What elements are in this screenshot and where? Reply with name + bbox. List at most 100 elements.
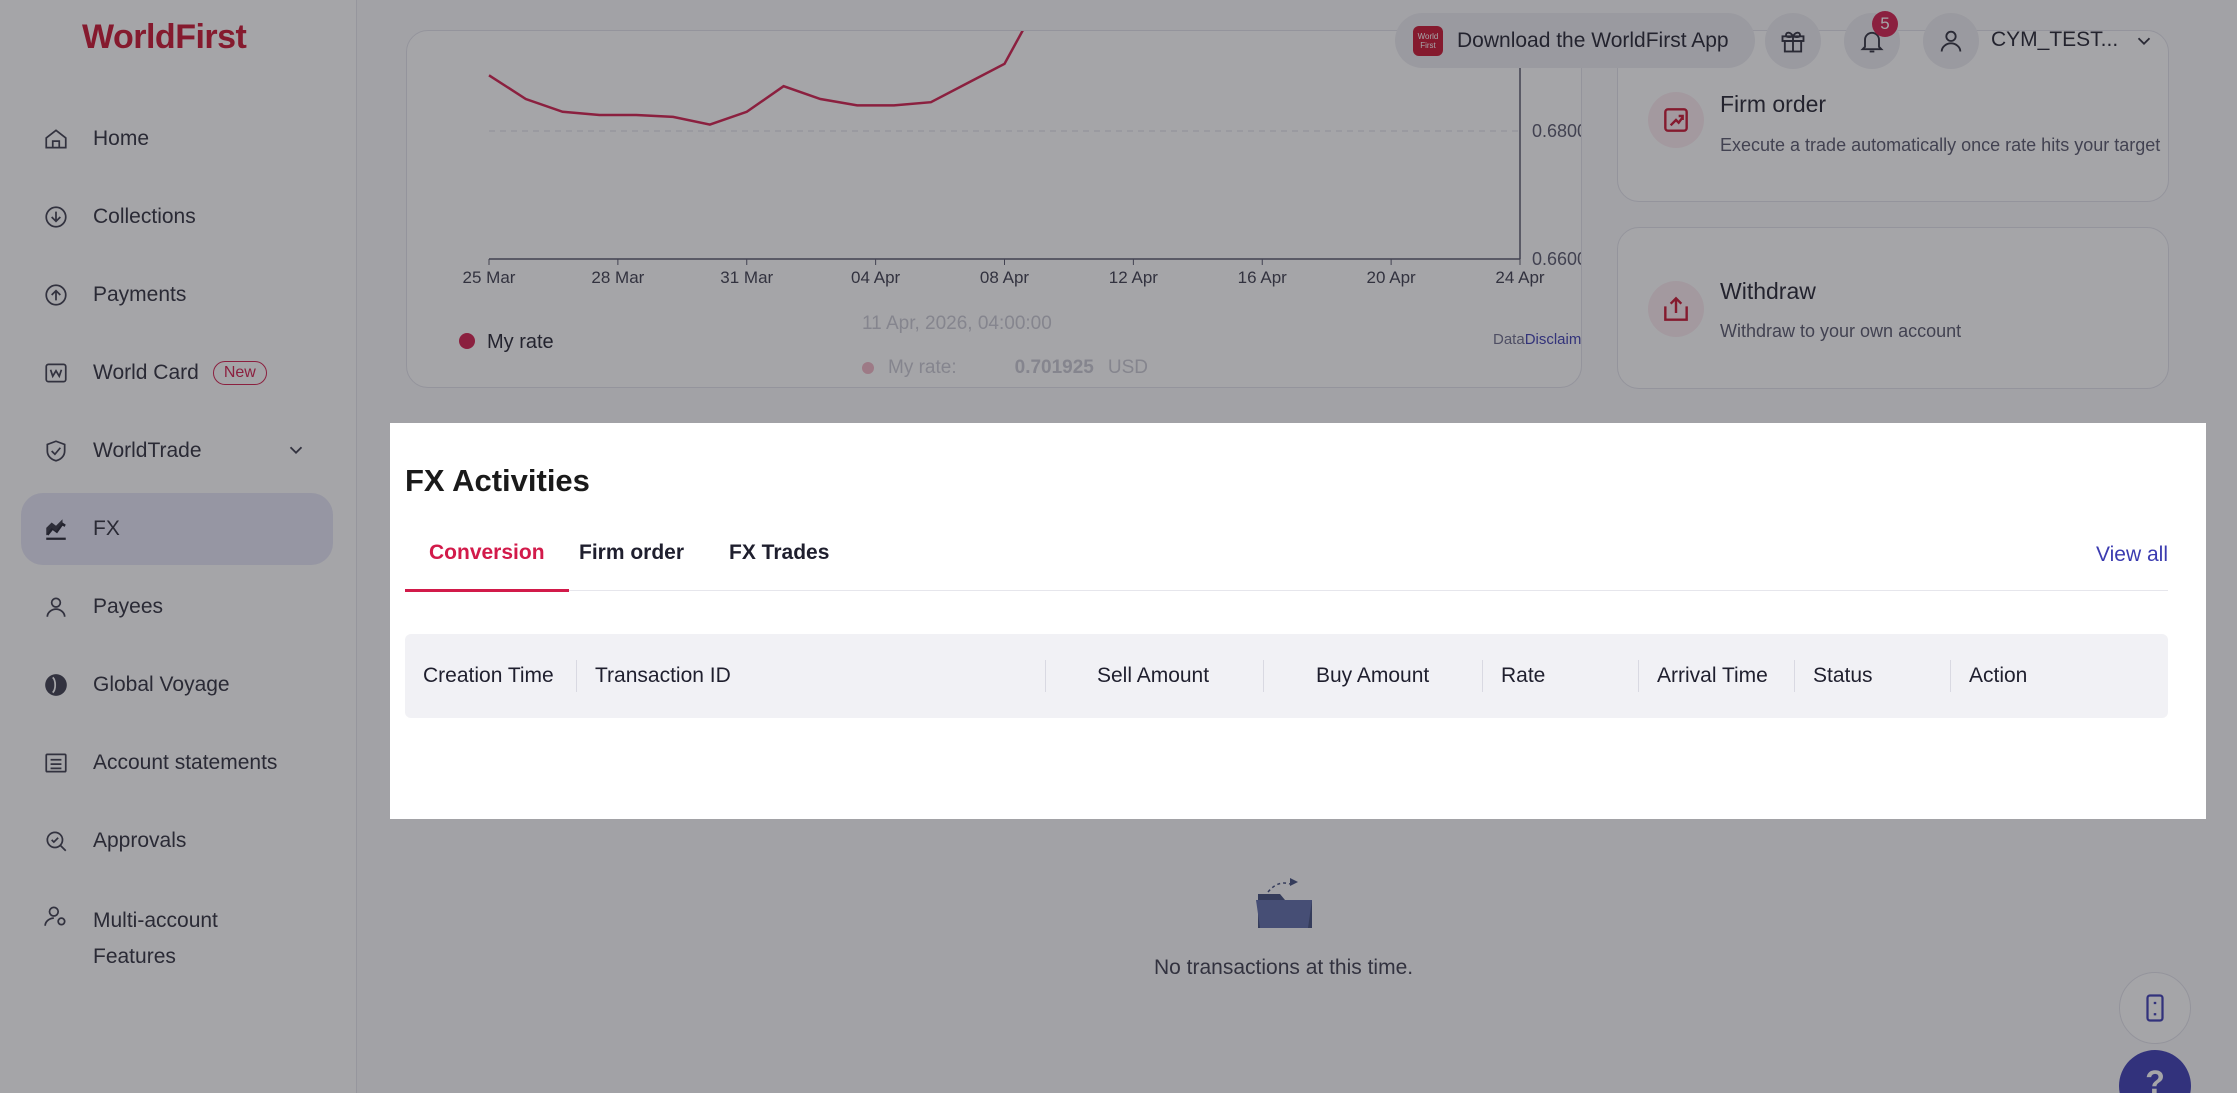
gift-icon bbox=[1781, 31, 1805, 53]
legend-label: My rate bbox=[487, 331, 554, 353]
user-icon bbox=[1940, 30, 1962, 52]
tab-conversion[interactable]: Conversion bbox=[405, 542, 569, 592]
x-tick-label: 12 Apr bbox=[1109, 268, 1158, 287]
world-card-icon bbox=[43, 360, 69, 386]
sidebar-item-label: Home bbox=[93, 127, 150, 150]
x-tick-label: 25 Mar bbox=[463, 268, 516, 287]
y-tick-label: 0.6800 bbox=[1532, 121, 1582, 141]
withdraw-card[interactable]: Withdraw Withdraw to your own account bbox=[1617, 227, 2169, 389]
collections-icon bbox=[43, 204, 69, 230]
column-divider bbox=[1482, 660, 1483, 692]
sidebar-item-multi-account[interactable]: Multi-account Features bbox=[21, 883, 333, 983]
sidebar-item-payees[interactable]: Payees bbox=[21, 571, 333, 643]
withdraw-description: Withdraw to your own account bbox=[1720, 321, 1962, 341]
sidebar-item-label: Global Voyage bbox=[93, 673, 230, 696]
x-tick-label: 16 Apr bbox=[1238, 268, 1287, 287]
column-header: Buy Amount bbox=[1316, 664, 1430, 687]
x-tick-label: 08 Apr bbox=[980, 268, 1029, 287]
sidebar-item-label: Account statements bbox=[93, 751, 278, 774]
x-tick-label: 31 Mar bbox=[720, 268, 773, 287]
payments-icon bbox=[43, 282, 69, 308]
y-tick-label: 0.6600 bbox=[1532, 249, 1582, 269]
withdraw-icon bbox=[1648, 281, 1704, 337]
chart-tooltip: 11 Apr, 2026, 04:00:00 My rate: 0.701925… bbox=[842, 297, 1182, 387]
user-name[interactable]: CYM_TEST... bbox=[1991, 28, 2118, 52]
firm-order-icon bbox=[1648, 92, 1704, 148]
empty-folder-icon bbox=[1256, 878, 1312, 928]
sidebar: WorldFirst Home Collections Payments Wor… bbox=[0, 0, 357, 1093]
sidebar-item-label: Collections bbox=[93, 205, 196, 228]
tooltip-currency: USD bbox=[1107, 357, 1148, 378]
firm-order-title: Firm order bbox=[1720, 91, 1827, 117]
tooltip-date: 11 Apr, 2026, 04:00:00 bbox=[862, 313, 1052, 334]
sidebar-item-label: Payees bbox=[93, 595, 164, 618]
tab-fx-trades[interactable]: FX Trades bbox=[705, 542, 853, 591]
fx-activities-tabs: Conversion Firm order FX Trades View all bbox=[405, 542, 2168, 592]
sidebar-item-approvals[interactable]: Approvals bbox=[21, 805, 333, 877]
x-tick-label: 28 Mar bbox=[591, 268, 644, 287]
column-divider bbox=[576, 660, 577, 692]
column-divider bbox=[1045, 660, 1046, 692]
disclaimer-link[interactable]: Disclaimer bbox=[1525, 331, 1581, 348]
tooltip-value: 0.701925 bbox=[1014, 357, 1094, 378]
tab-firm-order[interactable]: Firm order bbox=[555, 542, 708, 591]
chevron-down-icon[interactable] bbox=[285, 439, 307, 461]
table-header: Creation Time Transaction ID Sell Amount… bbox=[405, 634, 2168, 718]
top-header: World First Download the WorldFirst App … bbox=[357, 0, 2237, 82]
sidebar-item-home[interactable]: Home bbox=[21, 103, 333, 175]
multi-account-icon bbox=[43, 903, 69, 929]
notifications-button[interactable]: 5 bbox=[1844, 11, 1900, 69]
sidebar-item-payments[interactable]: Payments bbox=[21, 259, 333, 331]
sidebar-item-label: FX bbox=[93, 517, 120, 540]
shield-icon bbox=[43, 438, 69, 464]
view-all-link[interactable]: View all bbox=[2096, 543, 2168, 567]
user-avatar[interactable] bbox=[1923, 13, 1979, 69]
column-header: Status bbox=[1813, 664, 1873, 687]
phone-icon bbox=[2146, 994, 2164, 1022]
rate-chart-card: 0.70000.68000.660025 Mar28 Mar31 Mar04 A… bbox=[406, 30, 1582, 388]
home-icon bbox=[43, 126, 69, 152]
disclaimer-prefix: Data bbox=[1493, 331, 1525, 348]
sidebar-item-account-statements[interactable]: Account statements bbox=[21, 727, 333, 799]
column-header: Transaction ID bbox=[595, 664, 731, 687]
sidebar-item-collections[interactable]: Collections bbox=[21, 181, 333, 253]
approvals-icon bbox=[43, 828, 69, 854]
sidebar-item-global-voyage[interactable]: Global Voyage bbox=[21, 649, 333, 721]
tooltip-series-label: My rate: bbox=[888, 357, 957, 378]
x-tick-label: 04 Apr bbox=[851, 268, 900, 287]
statements-icon bbox=[43, 750, 69, 776]
tooltip-row: My rate: 0.701925 USD bbox=[862, 357, 1148, 379]
column-header: Rate bbox=[1501, 664, 1546, 687]
column-header: Sell Amount bbox=[1097, 664, 1210, 687]
sidebar-item-label: Multi-account Features bbox=[93, 909, 218, 968]
help-button[interactable]: ? bbox=[2119, 1050, 2191, 1093]
x-tick-label: 20 Apr bbox=[1367, 268, 1416, 287]
tooltip-series-dot bbox=[862, 362, 874, 374]
new-badge: New bbox=[212, 361, 267, 385]
firm-order-description: Execute a trade automatically once rate … bbox=[1720, 135, 2161, 155]
mobile-app-button[interactable] bbox=[2119, 972, 2191, 1044]
empty-state-text: No transactions at this time. bbox=[1154, 956, 1414, 979]
worldfirst-logo[interactable]: WorldFirst bbox=[82, 18, 247, 57]
sidebar-item-label: Payments bbox=[93, 283, 187, 306]
legend-marker bbox=[459, 333, 475, 349]
download-app-label: Download the WorldFirst App bbox=[1457, 28, 1729, 52]
payees-icon bbox=[43, 594, 69, 620]
fx-activities-title: FX Activities bbox=[405, 463, 590, 498]
column-divider bbox=[1950, 660, 1951, 692]
download-app-button[interactable]: World First Download the WorldFirst App bbox=[1395, 13, 1755, 68]
sidebar-item-label: World Card bbox=[93, 361, 199, 384]
sidebar-item-worldtrade[interactable]: WorldTrade bbox=[21, 415, 333, 487]
sidebar-item-label: Approvals bbox=[93, 829, 187, 852]
gift-button[interactable] bbox=[1765, 13, 1821, 69]
column-divider bbox=[1263, 660, 1264, 692]
notification-count-badge: 5 bbox=[1872, 11, 1898, 37]
withdraw-title: Withdraw bbox=[1720, 278, 1816, 304]
worldfirst-app-icon: World First bbox=[1413, 25, 1443, 56]
column-header: Arrival Time bbox=[1657, 664, 1768, 687]
sidebar-item-world-card[interactable]: World Card New bbox=[21, 337, 333, 409]
x-tick-label: 24 Apr bbox=[1495, 268, 1544, 287]
chevron-down-icon[interactable] bbox=[2133, 30, 2155, 52]
sidebar-item-fx[interactable]: FX bbox=[21, 493, 333, 565]
fx-chart-icon bbox=[43, 516, 69, 542]
